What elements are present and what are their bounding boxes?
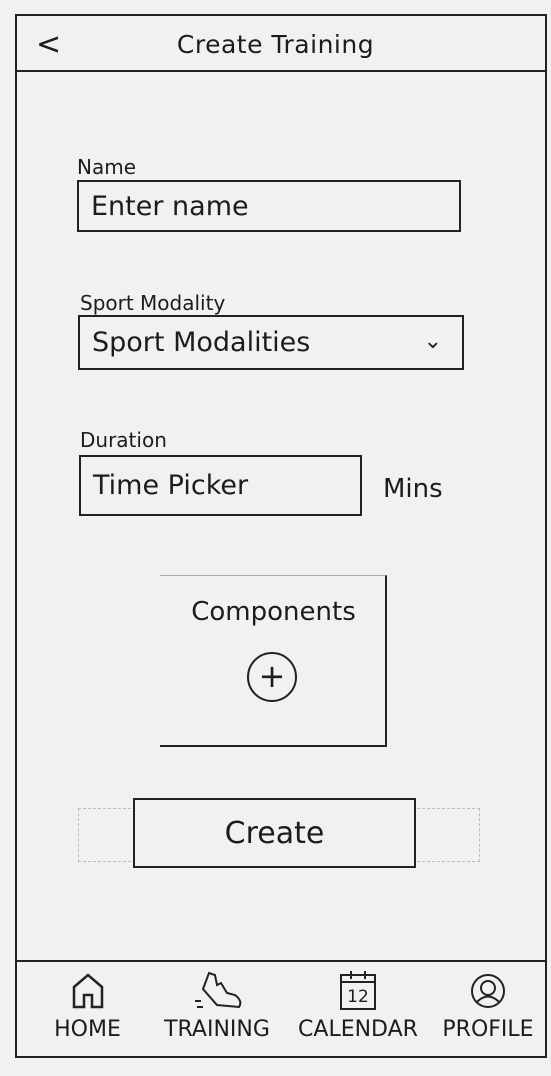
nav-calendar[interactable]: 12 CALENDAR bbox=[293, 965, 423, 1042]
nav-home[interactable]: HOME bbox=[45, 965, 130, 1042]
name-placeholder: Enter name bbox=[91, 190, 249, 222]
duration-value: Time Picker bbox=[93, 470, 249, 501]
sport-modality-value: Sport Modalities bbox=[92, 327, 311, 358]
nav-profile[interactable]: PROFILE bbox=[437, 965, 539, 1042]
nav-home-label: HOME bbox=[54, 1017, 121, 1042]
sport-modality-select[interactable]: Sport Modalities ⌄ bbox=[78, 315, 464, 370]
nav-calendar-label: CALENDAR bbox=[298, 1017, 418, 1042]
name-label: Name bbox=[77, 155, 137, 179]
nav-profile-label: PROFILE bbox=[442, 1017, 534, 1042]
plus-icon: + bbox=[258, 657, 286, 695]
name-input[interactable]: Enter name bbox=[77, 180, 461, 232]
sport-modality-label: Sport Modality bbox=[80, 291, 226, 315]
nav-training-label: TRAINING bbox=[164, 1017, 270, 1042]
components-label: Components bbox=[191, 597, 356, 627]
calendar-icon: 12 bbox=[293, 965, 423, 1017]
create-button[interactable]: Create bbox=[133, 798, 416, 868]
profile-icon bbox=[437, 965, 539, 1017]
shoe-icon bbox=[158, 965, 276, 1017]
page-title: Create Training bbox=[176, 30, 375, 59]
chevron-down-icon: ⌄ bbox=[423, 329, 442, 354]
calendar-icon-date: 12 bbox=[347, 987, 369, 1007]
nav-training[interactable]: TRAINING bbox=[158, 965, 276, 1042]
duration-unit: Mins bbox=[383, 474, 443, 504]
create-label: Create bbox=[224, 815, 325, 851]
duration-time-picker[interactable]: Time Picker bbox=[79, 455, 362, 516]
add-component-button[interactable]: + bbox=[247, 652, 297, 702]
duration-label: Duration bbox=[80, 428, 167, 452]
home-icon bbox=[45, 965, 130, 1017]
